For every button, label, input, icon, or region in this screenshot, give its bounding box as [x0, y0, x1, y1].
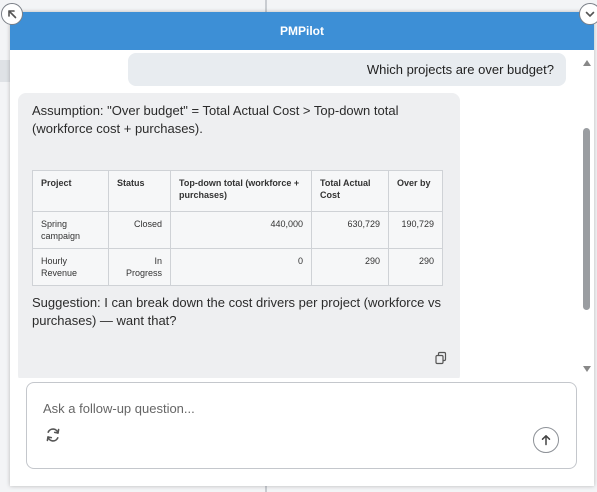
expand-button[interactable] — [1, 3, 23, 25]
cell-status: In Progress — [108, 248, 171, 286]
background-panel — [0, 60, 10, 82]
cell-project: Hourly Revenue — [32, 248, 109, 286]
composer — [26, 382, 577, 469]
user-message-text: Which projects are over budget? — [366, 62, 554, 77]
follow-up-input[interactable] — [43, 397, 523, 419]
table-row: Hourly Revenue In Progress 0 290 290 — [32, 248, 443, 286]
scroll-down-arrow-icon[interactable] — [583, 366, 591, 372]
titlebar: PMPilot — [10, 12, 594, 50]
cell-topdown-total: 440,000 — [170, 211, 312, 249]
background-divider — [265, 0, 267, 12]
arrow-up-left-icon — [8, 10, 17, 19]
cell-project: Spring campaign — [32, 211, 109, 249]
chevron-down-icon — [585, 11, 595, 18]
table-header-row: Project Status Top-down total (workforce… — [32, 170, 443, 212]
column-header: Total Actual Cost — [311, 170, 389, 212]
refresh-icon[interactable] — [45, 427, 61, 443]
arrow-up-icon — [541, 435, 551, 446]
scroll-thumb[interactable] — [583, 128, 590, 310]
cell-actual-cost: 290 — [311, 248, 389, 286]
copy-icon[interactable] — [434, 351, 448, 365]
column-header: Project — [32, 170, 109, 212]
column-header: Top-down total (workforce + purchases) — [170, 170, 312, 212]
cell-over-by: 290 — [388, 248, 443, 286]
column-header: Over by — [388, 170, 443, 212]
chat-window: PMPilot Which projects are over budget? … — [10, 12, 594, 486]
table-row: Spring campaign Closed 440,000 630,729 1… — [32, 211, 443, 249]
results-table: Project Status Top-down total (workforce… — [32, 170, 443, 286]
user-message: Which projects are over budget? — [128, 53, 566, 86]
column-header: Status — [108, 170, 171, 212]
suggestion-text: Suggestion: I can break down the cost dr… — [32, 295, 441, 328]
assistant-message: Assumption: "Over budget" = Total Actual… — [18, 93, 460, 378]
chat-thread[interactable]: Which projects are over budget? Assumpti… — [10, 50, 594, 378]
collapse-button[interactable] — [579, 3, 597, 25]
cell-topdown-total: 0 — [170, 248, 312, 286]
app-title: PMPilot — [280, 24, 324, 38]
assumption-text: Assumption: "Over budget" = Total Actual… — [32, 103, 399, 136]
cell-over-by: 190,729 — [388, 211, 443, 249]
scroll-up-arrow-icon[interactable] — [583, 60, 591, 66]
send-button[interactable] — [533, 427, 559, 453]
cell-actual-cost: 630,729 — [311, 211, 389, 249]
chat-scrollbar[interactable] — [582, 60, 592, 372]
cell-status: Closed — [108, 211, 171, 249]
